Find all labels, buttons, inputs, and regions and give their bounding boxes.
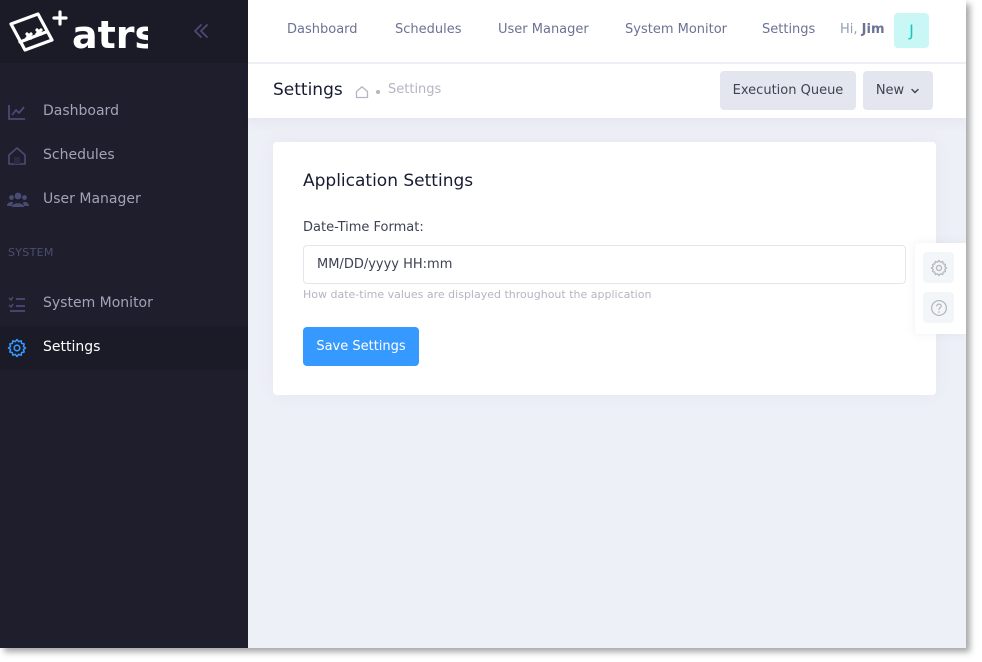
avatar[interactable]: J (894, 13, 929, 48)
top-nav-user-manager[interactable]: User Manager (498, 22, 589, 37)
sidebar-item-system-monitor[interactable]: System Monitor (0, 282, 248, 326)
logo-icon: atrs (9, 10, 157, 57)
greeting-text: Hi, (840, 22, 858, 37)
app-window: atrs Dashboard Schedules User Manager SY… (0, 0, 966, 648)
application-settings-card: Application Settings Date-Time Format: H… (273, 142, 936, 395)
execution-queue-button[interactable]: Execution Queue (720, 71, 856, 110)
sidebar-item-label: User Manager (43, 191, 141, 207)
home-icon[interactable] (355, 84, 369, 99)
sticky-toolbar (915, 243, 966, 334)
top-header: Dashboard Schedules User Manager System … (248, 0, 966, 63)
subheader: Settings Settings Execution Queue New (248, 64, 966, 118)
breadcrumb[interactable]: Settings (388, 82, 441, 97)
date-time-format-help: How date-time values are displayed throu… (303, 288, 652, 301)
new-dropdown-button[interactable]: New (863, 71, 933, 110)
logo-text: atrs (72, 13, 148, 52)
sidebar-item-dashboard[interactable]: Dashboard (0, 90, 248, 134)
gear-icon (930, 259, 947, 276)
save-settings-button[interactable]: Save Settings (303, 327, 419, 366)
card-title: Application Settings (303, 171, 474, 191)
user-name: Jim (861, 22, 885, 37)
users-icon (7, 190, 29, 210)
logo-bar: atrs (0, 0, 248, 63)
sidebar-item-label: Dashboard (43, 103, 119, 119)
page-title: Settings (273, 80, 343, 100)
sidebar-item-label: System Monitor (43, 295, 153, 311)
sidebar-item-user-manager[interactable]: User Manager (0, 178, 248, 222)
sidebar-nav: Dashboard Schedules User Manager SYSTEM (0, 90, 248, 370)
gear-icon (7, 338, 27, 358)
sidebar-section-label: SYSTEM (8, 246, 54, 259)
list-check-icon (7, 294, 27, 314)
user-greeting: Hi, Jim (840, 22, 885, 37)
new-label: New (875, 83, 905, 98)
execution-queue-label: Execution Queue (732, 83, 844, 98)
save-settings-label: Save Settings (316, 339, 406, 354)
breadcrumb-separator (376, 90, 380, 94)
sidebar-item-label: Settings (43, 339, 101, 355)
sidebar-item-schedules[interactable]: Schedules (0, 134, 248, 178)
sidebar: atrs Dashboard Schedules User Manager SY… (0, 0, 248, 648)
settings-panel-button[interactable] (923, 252, 954, 283)
sidebar-item-settings[interactable]: Settings (0, 326, 248, 370)
date-time-format-input[interactable] (303, 245, 906, 284)
home-icon (7, 146, 27, 166)
top-nav-settings[interactable]: Settings (762, 22, 815, 37)
double-chevron-left-icon (194, 24, 208, 38)
sidebar-section-system: SYSTEM (0, 222, 248, 282)
help-button[interactable] (923, 292, 954, 323)
top-nav-system-monitor[interactable]: System Monitor (625, 22, 727, 37)
date-time-format-label: Date-Time Format: (303, 220, 424, 235)
top-nav-schedules[interactable]: Schedules (395, 22, 462, 37)
chevron-down-icon (911, 88, 919, 93)
brand-logo[interactable]: atrs (8, 8, 157, 57)
help-circle-icon (930, 299, 947, 316)
sidebar-item-label: Schedules (43, 147, 115, 163)
top-nav-dashboard[interactable]: Dashboard (287, 22, 358, 37)
collapse-sidebar-button[interactable] (190, 20, 212, 42)
chart-line-icon (7, 102, 27, 122)
